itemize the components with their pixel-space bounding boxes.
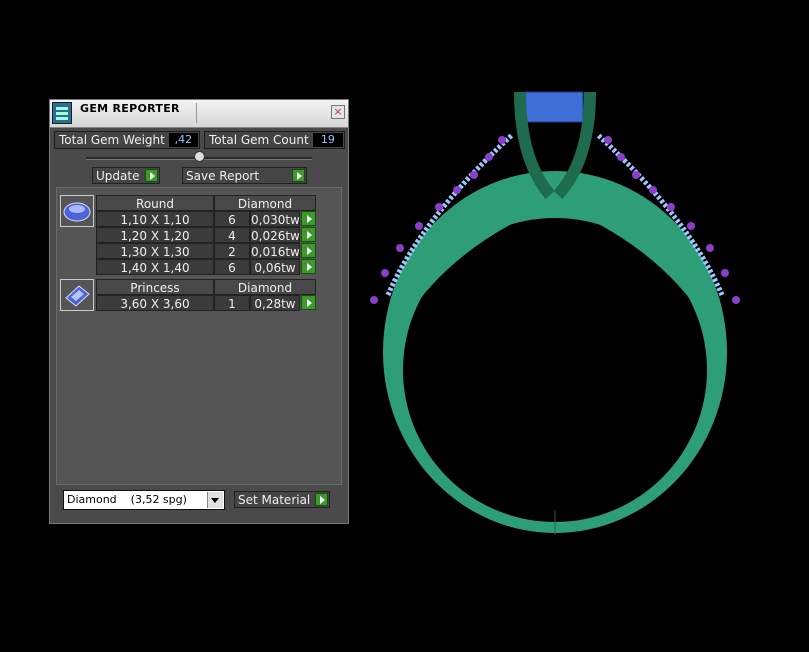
gem-list: Round Diamond 1,10 X 1,10 6 0,030tw 1,20… bbox=[56, 187, 342, 485]
gem-reporter-icon bbox=[52, 102, 72, 124]
round-gem-icon bbox=[60, 195, 94, 227]
row-select-button[interactable] bbox=[301, 259, 316, 274]
round-shape-header: Round bbox=[96, 195, 214, 211]
close-button[interactable]: × bbox=[331, 105, 345, 119]
total-gem-count-label: Total Gem Count bbox=[209, 133, 309, 147]
gem-count-cell: 1 bbox=[214, 295, 250, 311]
set-material-button[interactable]: Set Material bbox=[234, 491, 330, 508]
round-material-header: Diamond bbox=[214, 195, 316, 211]
gem-weight-cell: 0,026tw bbox=[250, 227, 300, 243]
total-gem-count-value: 19 bbox=[312, 133, 343, 147]
row-select-button[interactable] bbox=[301, 211, 316, 226]
center-stone bbox=[524, 91, 584, 123]
update-button[interactable]: Update bbox=[92, 167, 160, 184]
play-arrow-icon bbox=[315, 493, 328, 506]
gem-reporter-window: GEM REPORTER × Total Gem Weight ,42 Tota… bbox=[49, 99, 349, 524]
gem-size-cell: 1,30 X 1,30 bbox=[96, 243, 214, 259]
gem-weight-cell: 0,06tw bbox=[250, 259, 300, 275]
save-report-button-label: Save Report bbox=[186, 168, 260, 183]
total-gem-weight-value: ,42 bbox=[168, 133, 198, 147]
gem-size-cell: 3,60 X 3,60 bbox=[96, 295, 214, 311]
play-arrow-icon bbox=[145, 169, 158, 182]
total-gem-weight-label: Total Gem Weight bbox=[59, 133, 165, 147]
gem-size-cell: 1,20 X 1,20 bbox=[96, 227, 214, 243]
gem-size-cell: 1,10 X 1,10 bbox=[96, 211, 214, 227]
window-title: GEM REPORTER bbox=[80, 102, 180, 115]
gem-count-cell: 4 bbox=[214, 227, 250, 243]
gem-weight-cell: 0,28tw bbox=[250, 295, 300, 311]
material-select-value: Diamond (3,52 spg) bbox=[67, 493, 187, 506]
gem-weight-cell: 0,030tw bbox=[250, 211, 300, 227]
chevron-down-icon[interactable] bbox=[207, 492, 223, 508]
update-button-label: Update bbox=[96, 168, 140, 183]
save-report-button[interactable]: Save Report bbox=[182, 167, 307, 184]
title-divider bbox=[196, 103, 197, 123]
material-select[interactable]: Diamond (3,52 spg) bbox=[63, 490, 225, 510]
set-material-button-label: Set Material bbox=[238, 492, 311, 507]
gem-count-cell: 6 bbox=[214, 259, 250, 275]
gem-size-cell: 1,40 X 1,40 bbox=[96, 259, 214, 275]
gem-count-cell: 2 bbox=[214, 243, 250, 259]
princess-material-header: Diamond bbox=[214, 279, 316, 295]
slider-handle[interactable] bbox=[194, 151, 205, 162]
row-select-button[interactable] bbox=[301, 295, 316, 310]
gem-weight-cell: 0,016tw bbox=[250, 243, 300, 259]
princess-shape-header: Princess bbox=[96, 279, 214, 295]
play-arrow-icon bbox=[292, 169, 305, 182]
gem-count-cell: 6 bbox=[214, 211, 250, 227]
princess-gem-icon bbox=[60, 279, 94, 311]
row-select-button[interactable] bbox=[301, 227, 316, 242]
total-gem-weight-box: Total Gem Weight ,42 bbox=[54, 131, 200, 149]
ring-model-viewport[interactable] bbox=[360, 80, 750, 550]
title-bar[interactable]: GEM REPORTER × bbox=[50, 100, 348, 128]
total-gem-count-box: Total Gem Count 19 bbox=[204, 131, 345, 149]
row-select-button[interactable] bbox=[301, 243, 316, 258]
